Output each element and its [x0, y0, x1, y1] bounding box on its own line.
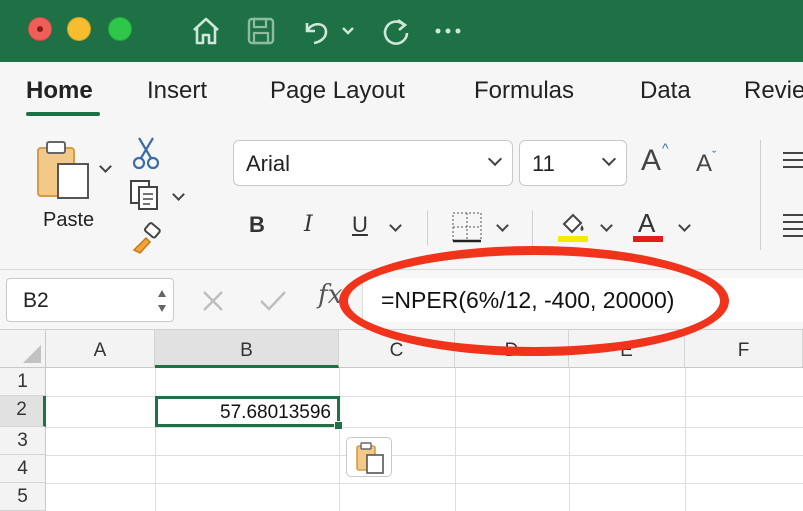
paste-icon — [37, 141, 89, 199]
paste-label: Paste — [43, 209, 95, 231]
save-icon[interactable] — [244, 14, 278, 48]
formula-input[interactable]: =NPER(6%/12, -400, 20000) — [362, 278, 803, 322]
cut-icon[interactable] — [131, 136, 161, 170]
gridline — [569, 368, 570, 511]
title-bar — [0, 0, 803, 62]
tab-data[interactable]: Data — [640, 77, 691, 105]
grow-font-button[interactable]: A — [641, 144, 661, 178]
paste-dropdown-chevron-icon[interactable] — [99, 160, 112, 173]
gridline — [46, 483, 803, 484]
font-color-dropdown-chevron-icon[interactable] — [678, 219, 691, 232]
name-box-value: B2 — [23, 289, 49, 312]
underline-dropdown-chevron-icon[interactable] — [389, 219, 402, 232]
formula-text: =NPER(6%/12, -400, 20000) — [381, 287, 675, 313]
column-header-e[interactable]: E — [569, 330, 685, 368]
font-name-value: Arial — [246, 151, 291, 176]
ribbon-separator — [427, 210, 428, 246]
column-header-a[interactable]: A — [46, 330, 155, 368]
font-size-select[interactable]: 11 — [519, 140, 627, 186]
ribbon-tabs: Home Insert Page Layout Formulas Data Re… — [0, 62, 803, 120]
redo-icon[interactable] — [379, 14, 413, 48]
gridline — [685, 368, 686, 511]
tab-home[interactable]: Home — [26, 77, 93, 105]
column-header-f[interactable]: F — [685, 330, 803, 368]
italic-button[interactable]: I — [304, 212, 313, 237]
undo-icon[interactable] — [298, 14, 332, 48]
font-name-select[interactable]: Arial — [233, 140, 513, 186]
more-options-icon[interactable] — [431, 14, 465, 48]
gridline — [339, 368, 340, 511]
minimize-window-button[interactable] — [67, 17, 91, 41]
column-header-c[interactable]: C — [339, 330, 455, 368]
font-size-chevron-icon — [601, 151, 617, 167]
spreadsheet-grid: A B C D E F 1 2 3 4 5 57.68013596 — [0, 330, 803, 511]
shrink-font-button[interactable]: A — [696, 150, 712, 178]
home-icon[interactable] — [189, 14, 223, 48]
gridline — [46, 427, 803, 428]
paste-options-icon — [356, 442, 384, 474]
row-header-3[interactable]: 3 — [0, 427, 46, 455]
gridline — [155, 368, 156, 511]
gridline — [455, 368, 456, 511]
confirm-entry-icon[interactable] — [258, 288, 288, 314]
name-box[interactable]: B2 — [6, 278, 174, 322]
zoom-window-button[interactable] — [108, 17, 132, 41]
font-color-swatch — [633, 236, 663, 242]
copy-icon[interactable] — [128, 178, 162, 212]
paste-options-button[interactable] — [346, 437, 392, 477]
underline-button[interactable]: U — [352, 212, 368, 238]
align-left-icon[interactable] — [781, 212, 803, 238]
row-header-1[interactable]: 1 — [0, 368, 46, 396]
tab-page-layout[interactable]: Page Layout — [270, 77, 405, 105]
name-box-stepper-icon[interactable] — [157, 285, 167, 317]
fill-handle[interactable] — [334, 421, 343, 430]
font-size-value: 11 — [532, 151, 555, 176]
column-header-b[interactable]: B — [155, 330, 339, 368]
tab-review[interactable]: Revie — [744, 77, 803, 105]
tab-formulas[interactable]: Formulas — [474, 77, 574, 105]
font-color-button[interactable]: A — [638, 208, 655, 239]
insert-function-button[interactable]: fx — [318, 280, 342, 310]
ribbon-home: Paste Arial 11 A ^ A ˇ B I U A — [0, 120, 803, 270]
row-header-2[interactable]: 2 — [0, 396, 46, 427]
paste-button[interactable] — [34, 138, 98, 204]
ribbon-separator — [760, 140, 761, 250]
row-header-4[interactable]: 4 — [0, 455, 46, 483]
tab-insert[interactable]: Insert — [147, 77, 207, 105]
undo-dropdown-chevron-icon[interactable] — [338, 14, 358, 48]
gridline — [46, 455, 803, 456]
cell-b2-value: 57.68013596 — [220, 402, 331, 423]
shrink-font-caret-icon: ˇ — [712, 148, 717, 163]
formula-bar: B2 fx =NPER(6%/12, -400, 20000) — [0, 270, 803, 330]
active-tab-indicator — [26, 112, 100, 116]
select-all-button[interactable] — [0, 330, 46, 368]
font-name-chevron-icon — [487, 151, 503, 167]
align-top-icon[interactable] — [781, 150, 803, 170]
bold-button[interactable]: B — [249, 212, 265, 238]
close-window-button[interactable] — [28, 17, 52, 41]
row-header-5[interactable]: 5 — [0, 483, 46, 511]
copy-dropdown-chevron-icon[interactable] — [172, 188, 185, 201]
borders-dropdown-chevron-icon[interactable] — [496, 219, 509, 232]
ribbon-separator — [532, 210, 533, 246]
fill-color-dropdown-chevron-icon[interactable] — [600, 219, 613, 232]
format-painter-icon[interactable] — [130, 222, 164, 256]
cancel-entry-icon[interactable] — [200, 288, 226, 314]
grow-font-caret-icon: ^ — [662, 140, 669, 156]
fill-color-icon[interactable] — [556, 208, 590, 244]
cell-b2[interactable]: 57.68013596 — [155, 396, 340, 427]
borders-icon[interactable] — [450, 210, 484, 244]
column-header-d[interactable]: D — [455, 330, 569, 368]
